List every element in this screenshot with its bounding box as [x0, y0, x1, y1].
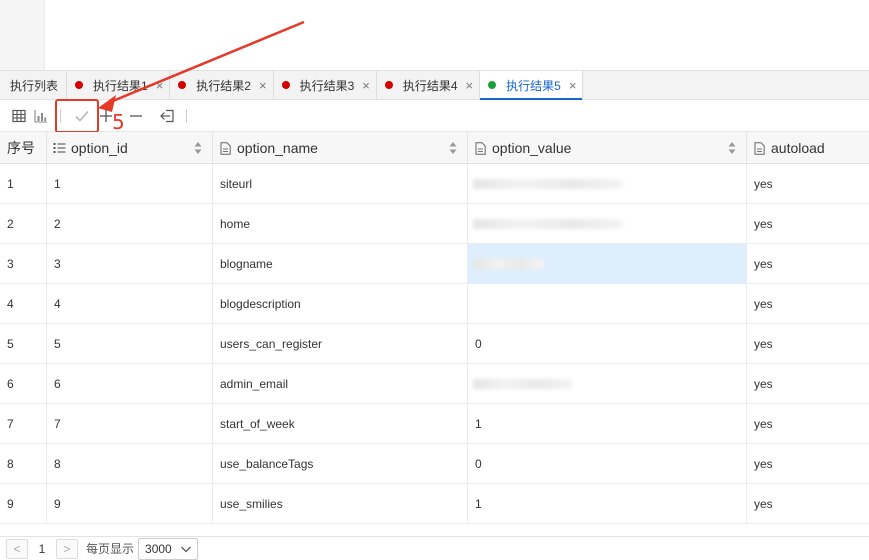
cell-option-name[interactable]: admin_email [213, 364, 468, 404]
cell-index[interactable]: 3 [0, 244, 47, 284]
cell-option-value[interactable]: 1 [468, 484, 747, 524]
sort-icon[interactable] [449, 141, 457, 158]
grid-header: 序号 option_id option_name option_value au… [0, 132, 869, 164]
cell-option-id[interactable]: 4 [47, 284, 213, 324]
cell-autoload[interactable]: yes [747, 364, 869, 404]
annotation-number: 5 [112, 110, 125, 134]
cell-option-value[interactable] [468, 284, 747, 324]
cell-option-name[interactable]: use_smilies [213, 484, 468, 524]
sort-icon[interactable] [728, 141, 736, 158]
cell-option-id[interactable]: 9 [47, 484, 213, 524]
cell-option-name[interactable]: start_of_week [213, 404, 468, 444]
document-icon [754, 141, 765, 155]
cell-index[interactable]: 1 [0, 164, 47, 204]
cell-autoload[interactable]: yes [747, 324, 869, 364]
column-header-index[interactable]: 序号 [0, 132, 47, 164]
document-icon [220, 141, 231, 155]
cell-option-value[interactable]: 0 [468, 324, 747, 364]
cell-option-name[interactable]: use_balanceTags [213, 444, 468, 484]
cell-index[interactable]: 7 [0, 404, 47, 444]
cell-autoload[interactable]: yes [747, 444, 869, 484]
chevron-left-icon: < [13, 541, 21, 556]
result-grid: 序号 option_id option_name option_value au… [0, 132, 869, 536]
cell-option-name[interactable]: siteurl [213, 164, 468, 204]
cell-option-id[interactable]: 7 [47, 404, 213, 444]
sort-icon[interactable] [194, 141, 202, 158]
column-header-autoload[interactable]: autoload [747, 132, 869, 164]
cell-option-name[interactable]: users_can_register [213, 324, 468, 364]
cell-option-id[interactable]: 1 [47, 164, 213, 204]
key-list-icon [53, 142, 66, 154]
column-header-option-id[interactable]: option_id [47, 132, 213, 164]
cell-option-id[interactable]: 5 [47, 324, 213, 364]
table-row[interactable]: 3 3 blogname yes [0, 244, 869, 284]
cell-autoload[interactable]: yes [747, 284, 869, 324]
current-page: 1 [38, 541, 46, 556]
pagination-bar: < 1 > 每页显示 3000 [0, 536, 869, 560]
cell-index[interactable]: 5 [0, 324, 47, 364]
next-page-button[interactable]: > [56, 538, 78, 559]
chevron-down-icon [180, 543, 192, 558]
column-header-option-name[interactable]: option_name [213, 132, 468, 164]
cell-option-value[interactable] [468, 244, 747, 284]
cell-option-id[interactable]: 8 [47, 444, 213, 484]
table-row[interactable]: 2 2 home yes [0, 204, 869, 244]
cell-option-id[interactable]: 6 [47, 364, 213, 404]
cell-option-name[interactable]: blogdescription [213, 284, 468, 324]
cell-autoload[interactable]: yes [747, 204, 869, 244]
cell-autoload[interactable]: yes [747, 244, 869, 284]
cell-index[interactable]: 4 [0, 284, 47, 324]
table-row[interactable]: 1 1 siteurl yes [0, 164, 869, 204]
cell-option-id[interactable]: 3 [47, 244, 213, 284]
prev-page-button[interactable]: < [6, 538, 28, 559]
cell-option-value[interactable] [468, 164, 747, 204]
redacted-value [473, 179, 623, 189]
cell-option-name[interactable]: home [213, 204, 468, 244]
cell-index[interactable]: 2 [0, 204, 47, 244]
per-page-label: 每页显示 [86, 542, 135, 556]
cell-option-value[interactable]: 1 [468, 404, 747, 444]
chevron-right-icon: > [63, 541, 71, 556]
cell-option-value[interactable]: 0 [468, 444, 747, 484]
redacted-value [473, 219, 623, 229]
cell-index[interactable]: 9 [0, 484, 47, 524]
cell-option-id[interactable]: 2 [47, 204, 213, 244]
cell-option-value[interactable] [468, 364, 747, 404]
document-icon [475, 141, 486, 155]
table-row[interactable]: 8 8 use_balanceTags 0 yes [0, 444, 869, 484]
table-row[interactable]: 6 6 admin_email yes [0, 364, 869, 404]
cell-autoload[interactable]: yes [747, 404, 869, 444]
column-header-option-value[interactable]: option_value [468, 132, 747, 164]
cell-option-name[interactable]: blogname [213, 244, 468, 284]
table-row[interactable]: 9 9 use_smilies 1 yes [0, 484, 869, 524]
cell-autoload[interactable]: yes [747, 484, 869, 524]
redacted-value [473, 259, 543, 269]
redacted-value [473, 379, 573, 389]
cell-index[interactable]: 8 [0, 444, 47, 484]
cell-autoload[interactable]: yes [747, 164, 869, 204]
table-row[interactable]: 5 5 users_can_register 0 yes [0, 324, 869, 364]
per-page-select[interactable]: 3000 [138, 537, 199, 560]
table-row[interactable]: 7 7 start_of_week 1 yes [0, 404, 869, 444]
cell-index[interactable]: 6 [0, 364, 47, 404]
cell-option-value[interactable] [468, 204, 747, 244]
table-row[interactable]: 4 4 blogdescription yes [0, 284, 869, 324]
